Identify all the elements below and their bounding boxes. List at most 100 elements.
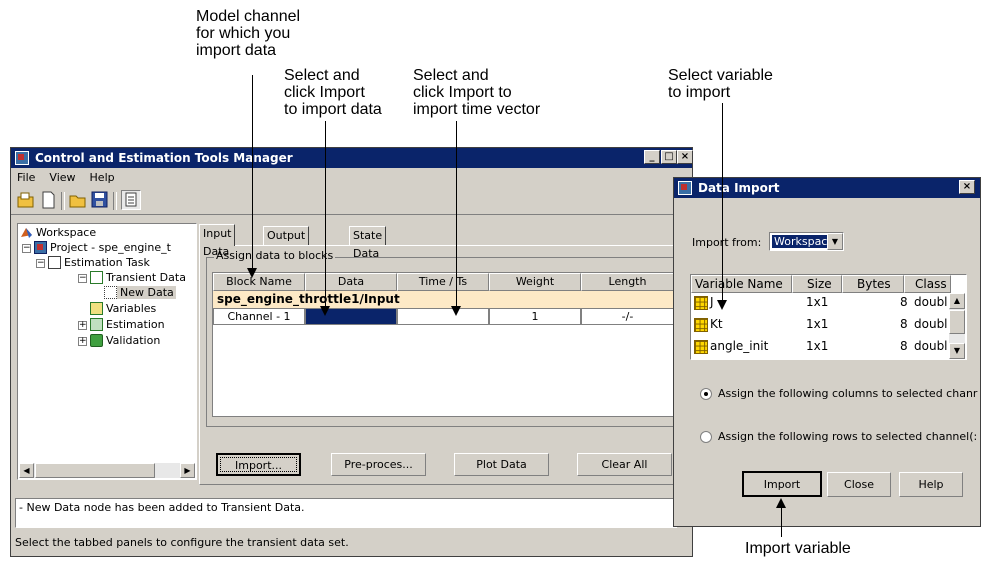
expand-toggle[interactable]: +	[78, 337, 87, 346]
variable-table-scrollbar[interactable]: ▲ ▼	[949, 293, 965, 359]
tree-item-project[interactable]: Project - spe_engine_t	[34, 241, 171, 254]
plot-data-button[interactable]: Plot Data	[454, 453, 549, 476]
column-header-length[interactable]: Length	[581, 273, 674, 291]
tree-label: Validation	[106, 334, 161, 347]
column-header-data[interactable]: Data	[305, 273, 397, 291]
column-header-time[interactable]: Time / Ts	[397, 273, 489, 291]
column-header-variable-name[interactable]: Variable Name	[691, 275, 792, 293]
tab-state-data[interactable]: State Data	[349, 226, 387, 260]
tab-output-data[interactable]: Output Data	[263, 226, 310, 260]
data-table-icon	[90, 271, 103, 284]
estimation-icon	[90, 318, 103, 331]
cell-time[interactable]	[397, 308, 489, 325]
import-from-select[interactable]: Workspace ▼	[769, 232, 844, 251]
app-icon	[15, 151, 29, 165]
column-header-bytes[interactable]: Bytes	[842, 275, 904, 293]
scroll-thumb[interactable]	[35, 463, 155, 478]
cell-length[interactable]: -/-	[581, 308, 674, 325]
open-folder-icon[interactable]	[69, 191, 87, 209]
radio-assign-columns-label[interactable]: Assign the following columns to selected…	[718, 387, 980, 400]
save-icon[interactable]	[91, 191, 109, 209]
var-name[interactable]: J	[710, 294, 714, 311]
callout-line-import-data	[325, 121, 326, 308]
annotation-import-variable: Import variable	[745, 540, 851, 557]
dialog-import-button[interactable]: Import	[742, 471, 822, 497]
tree-item-estimation-task[interactable]: Estimation Task	[48, 256, 150, 269]
open-project-icon[interactable]	[17, 191, 35, 209]
var-name[interactable]: angle_init	[710, 338, 768, 355]
var-name[interactable]: Kt	[710, 316, 723, 333]
import-button[interactable]: Import...	[216, 453, 301, 476]
scroll-down-button[interactable]: ▼	[949, 343, 965, 359]
group-label: Assign data to blocks	[214, 249, 336, 262]
new-project-icon[interactable]	[39, 191, 57, 209]
close-button[interactable]: ×	[677, 150, 693, 164]
column-header-block-name[interactable]: Block Name	[213, 273, 305, 291]
collapse-toggle[interactable]: −	[22, 244, 31, 253]
tab-input-data[interactable]: Input Data	[199, 224, 236, 258]
dialog-app-icon	[678, 181, 692, 195]
cell-weight[interactable]: 1	[489, 308, 581, 325]
column-header-class[interactable]: Class	[904, 275, 951, 293]
annotation-select-variable: Select variable to import	[668, 67, 773, 101]
menu-file[interactable]: File	[17, 171, 35, 184]
tree-item-validation[interactable]: Validation	[90, 334, 160, 347]
scroll-thumb[interactable]	[949, 310, 965, 334]
toggle-view-icon[interactable]	[121, 190, 141, 210]
radio-assign-rows-label[interactable]: Assign the following rows to selected ch…	[718, 430, 980, 443]
tree-item-workspace[interactable]: Workspace	[20, 226, 96, 239]
dialog-close-button[interactable]: ×	[959, 180, 975, 194]
menu-view[interactable]: View	[49, 171, 75, 184]
callout-line-import-variable	[781, 507, 782, 537]
var-class: doubl	[914, 317, 948, 331]
tree-label: Estimation Task	[64, 256, 150, 269]
column-header-weight[interactable]: Weight	[489, 273, 581, 291]
tree-label: Variables	[106, 302, 157, 315]
maximize-button[interactable]: □	[661, 150, 677, 164]
callout-line-model-channel	[252, 75, 253, 270]
dialog-titlebar[interactable]: Data Import ×	[674, 178, 980, 198]
variable-matrix-icon	[694, 340, 708, 354]
radio-assign-rows[interactable]	[700, 431, 712, 443]
cell-data-selected[interactable]	[305, 308, 397, 325]
annotation-select-import-time: Select and click Import to import time v…	[413, 67, 541, 118]
radio-assign-columns[interactable]	[700, 388, 712, 400]
tree-item-variables[interactable]: Variables	[90, 302, 156, 315]
callout-line-import-time	[456, 121, 457, 308]
cell-block-name[interactable]: Channel - 1	[213, 308, 305, 325]
tree-label: Workspace	[36, 226, 97, 239]
arrow-down-icon	[451, 306, 461, 316]
scroll-up-button[interactable]: ▲	[949, 293, 965, 309]
column-header-size[interactable]: Size	[792, 275, 842, 293]
dialog-close-btn[interactable]: Close	[827, 472, 891, 497]
preprocess-button[interactable]: Pre-proces...	[331, 453, 426, 476]
message-area[interactable]: - New Data node has been added to Transi…	[15, 498, 677, 528]
collapse-toggle[interactable]: −	[78, 274, 87, 283]
workspace-tree[interactable]: Workspace − Project - spe_engine_t − Est…	[17, 223, 197, 480]
scroll-left-button[interactable]: ◀	[19, 463, 34, 478]
main-window-title: Control and Estimation Tools Manager	[35, 151, 293, 165]
scroll-right-button[interactable]: ▶	[180, 463, 195, 478]
collapse-toggle[interactable]: −	[36, 259, 45, 268]
annotation-model-channel: Model channel for which you import data	[196, 8, 301, 59]
expand-toggle[interactable]: +	[78, 321, 87, 330]
clear-all-button[interactable]: Clear All	[577, 453, 672, 476]
var-bytes: 8	[900, 317, 908, 331]
dialog-help-button[interactable]: Help	[899, 472, 963, 497]
tree-horizontal-scrollbar[interactable]: ◀ ▶	[19, 463, 195, 478]
task-icon	[48, 256, 61, 269]
main-titlebar[interactable]: Control and Estimation Tools Manager _ □…	[11, 148, 693, 168]
tree-item-new-data[interactable]: New Data	[104, 286, 176, 299]
chevron-down-icon[interactable]: ▼	[827, 233, 843, 250]
minimize-button[interactable]: _	[644, 150, 660, 164]
project-icon	[34, 241, 47, 254]
variables-icon	[90, 302, 103, 315]
import-from-label: Import from:	[692, 236, 762, 249]
tree-label: Project - spe_engine_t	[50, 241, 171, 254]
toolbar-separator	[113, 192, 117, 210]
tree-item-transient-data[interactable]: Transient Data	[90, 271, 186, 284]
tree-item-estimation[interactable]: Estimation	[90, 318, 165, 331]
menu-help[interactable]: Help	[90, 171, 115, 184]
callout-line-select-variable	[722, 103, 723, 302]
tree-label: Transient Data	[106, 271, 186, 284]
